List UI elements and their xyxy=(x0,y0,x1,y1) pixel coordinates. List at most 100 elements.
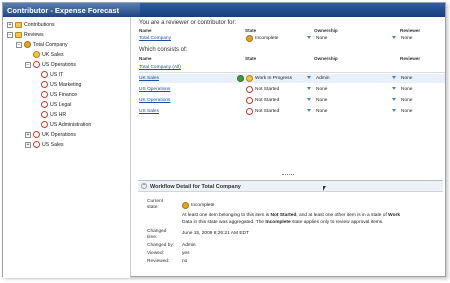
app-window: Contributor - Expense Forecast + Contrib… xyxy=(2,2,446,278)
table-row[interactable]: Total Company (All) xyxy=(139,63,445,72)
row-state: Work In Progress xyxy=(255,76,292,81)
not-started-status-icon xyxy=(33,141,40,148)
tree-item-us-sales[interactable]: + US Sales xyxy=(25,140,64,149)
row-state: Not Started xyxy=(255,87,280,92)
tree-item-uk-operations[interactable]: + UK Operations xyxy=(25,130,76,139)
row-reviewer[interactable]: None xyxy=(401,36,412,41)
not-started-status-icon xyxy=(41,81,48,88)
row-state: Incomplete xyxy=(255,36,279,41)
tree-item-us-marketing[interactable]: US Marketing xyxy=(41,80,81,89)
viewed-label: Viewed: xyxy=(147,251,164,256)
reviewer-heading: You are a reviewer or contributor for: xyxy=(139,20,237,26)
row-name-link[interactable]: Total Company xyxy=(139,36,171,41)
reviewer-dropdown-icon[interactable] xyxy=(392,87,397,91)
row-state: Not Started xyxy=(255,109,280,114)
tree-item-uk-sales[interactable]: UK Sales xyxy=(33,50,64,59)
tree-item-us-operations[interactable]: − US Operations xyxy=(25,60,76,69)
reviewer-dropdown-icon[interactable] xyxy=(392,109,397,113)
in-progress-status-icon xyxy=(246,75,253,82)
ownership-dropdown-icon[interactable] xyxy=(307,36,312,40)
mouse-cursor-icon xyxy=(323,186,326,191)
collapse-icon[interactable]: − xyxy=(16,41,22,48)
not-started-status-icon xyxy=(246,97,253,104)
changed-time-label: Changed time: xyxy=(147,229,167,240)
viewed-value: yes xyxy=(182,251,190,256)
table-row[interactable]: UK Sales Work In Progress Admin None xyxy=(139,74,445,83)
not-started-status-icon xyxy=(41,71,48,78)
not-started-status-icon xyxy=(41,121,48,128)
row-ownership[interactable]: None xyxy=(316,36,327,41)
tree-item-us-it[interactable]: US IT xyxy=(41,70,63,79)
collapse-icon[interactable]: − xyxy=(7,31,13,38)
title-bar: Contributor - Expense Forecast xyxy=(3,3,445,17)
pane-splitter[interactable] xyxy=(132,173,445,177)
column-header-name[interactable]: Name xyxy=(139,56,152,62)
changed-by-value: Admin xyxy=(182,243,196,248)
current-state-label: Current state: xyxy=(147,199,163,210)
row-state: Not Started xyxy=(255,98,280,103)
row-reviewer[interactable]: None xyxy=(401,87,412,92)
row-ownership[interactable]: None xyxy=(316,109,327,114)
not-started-status-icon xyxy=(33,61,40,68)
row-name-link[interactable]: UK Operations xyxy=(139,98,170,103)
row-ownership[interactable]: None xyxy=(316,98,327,103)
column-header-reviewer[interactable]: Reviewer xyxy=(400,56,420,62)
table-row[interactable]: UK Operations Not Started None None xyxy=(139,96,445,105)
not-started-status-icon xyxy=(41,111,48,118)
current-state-value: Incomplete xyxy=(191,203,215,208)
window-title: Contributor - Expense Forecast xyxy=(7,6,120,15)
row-ownership[interactable]: None xyxy=(316,87,327,92)
ownership-dropdown-icon[interactable] xyxy=(307,109,312,113)
row-reviewer[interactable]: None xyxy=(401,76,412,81)
navigation-tree: + Contributions − Reviews − Total Compan… xyxy=(3,17,131,278)
workflow-detail-header[interactable]: ⌃ Workflow Detail for Total Company xyxy=(138,181,443,192)
expand-icon[interactable]: + xyxy=(25,141,31,148)
reviewed-value: no xyxy=(182,259,188,264)
folder-icon xyxy=(15,31,22,38)
row-reviewer[interactable]: None xyxy=(401,109,412,114)
row-name-link[interactable]: UK Sales xyxy=(139,76,159,81)
collapse-panel-icon[interactable]: ⌃ xyxy=(141,183,147,189)
reviewed-label: Reviewed: xyxy=(147,259,170,264)
reviewer-dropdown-icon[interactable] xyxy=(392,76,397,80)
reviewer-dropdown-icon[interactable] xyxy=(392,98,397,102)
table-row[interactable]: US Operations Not Started None None xyxy=(139,85,445,94)
not-started-status-icon xyxy=(41,91,48,98)
in-progress-status-icon xyxy=(33,51,40,58)
workflow-detail-title: Workflow Detail for Total Company xyxy=(150,184,241,190)
incomplete-status-icon xyxy=(24,41,31,48)
table-row[interactable]: Total Company Incomplete None None xyxy=(139,34,445,43)
row-ownership[interactable]: Admin xyxy=(316,76,330,81)
not-started-status-icon xyxy=(246,86,253,93)
tree-item-contributions[interactable]: + Contributions xyxy=(7,20,55,29)
tree-item-us-hr[interactable]: US HR xyxy=(41,110,66,119)
collapse-icon[interactable]: − xyxy=(25,61,31,68)
ownership-dropdown-icon[interactable] xyxy=(307,76,312,80)
state-description-line-1: At least one item belonging to this item… xyxy=(182,213,401,218)
tree-item-us-legal[interactable]: US Legal xyxy=(41,100,71,109)
go-action-icon[interactable] xyxy=(237,75,244,82)
column-header-ownership[interactable]: Ownership xyxy=(314,56,338,62)
workflow-detail-panel: ⌃ Workflow Detail for Total Company Curr… xyxy=(138,180,443,277)
expand-icon[interactable]: + xyxy=(7,21,13,28)
tree-item-us-administration[interactable]: US Administration xyxy=(41,120,91,129)
tree-item-reviews[interactable]: − Reviews xyxy=(7,30,44,39)
row-name-link[interactable]: US Operations xyxy=(139,87,170,92)
ownership-dropdown-icon[interactable] xyxy=(307,98,312,102)
row-name-link[interactable]: US Sales xyxy=(139,109,159,114)
row-reviewer[interactable]: None xyxy=(401,98,412,103)
tree-item-total-company[interactable]: − Total Company xyxy=(16,40,68,49)
not-started-status-icon xyxy=(33,131,40,138)
expand-icon[interactable]: + xyxy=(25,131,31,138)
changed-time-value: June 15, 2009 8:26:21 AM EDT xyxy=(182,231,249,236)
incomplete-status-icon xyxy=(246,35,253,42)
row-name-link[interactable]: Total Company (All) xyxy=(139,65,181,70)
consists-heading: Which consists of: xyxy=(139,47,188,53)
table-row[interactable]: US Sales Not Started None None xyxy=(139,107,445,116)
column-header-state[interactable]: State xyxy=(245,56,256,62)
ownership-dropdown-icon[interactable] xyxy=(307,87,312,91)
tree-item-us-finance[interactable]: US Finance xyxy=(41,90,77,99)
reviewer-dropdown-icon[interactable] xyxy=(392,36,397,40)
row-divider xyxy=(139,72,445,73)
not-started-status-icon xyxy=(41,101,48,108)
